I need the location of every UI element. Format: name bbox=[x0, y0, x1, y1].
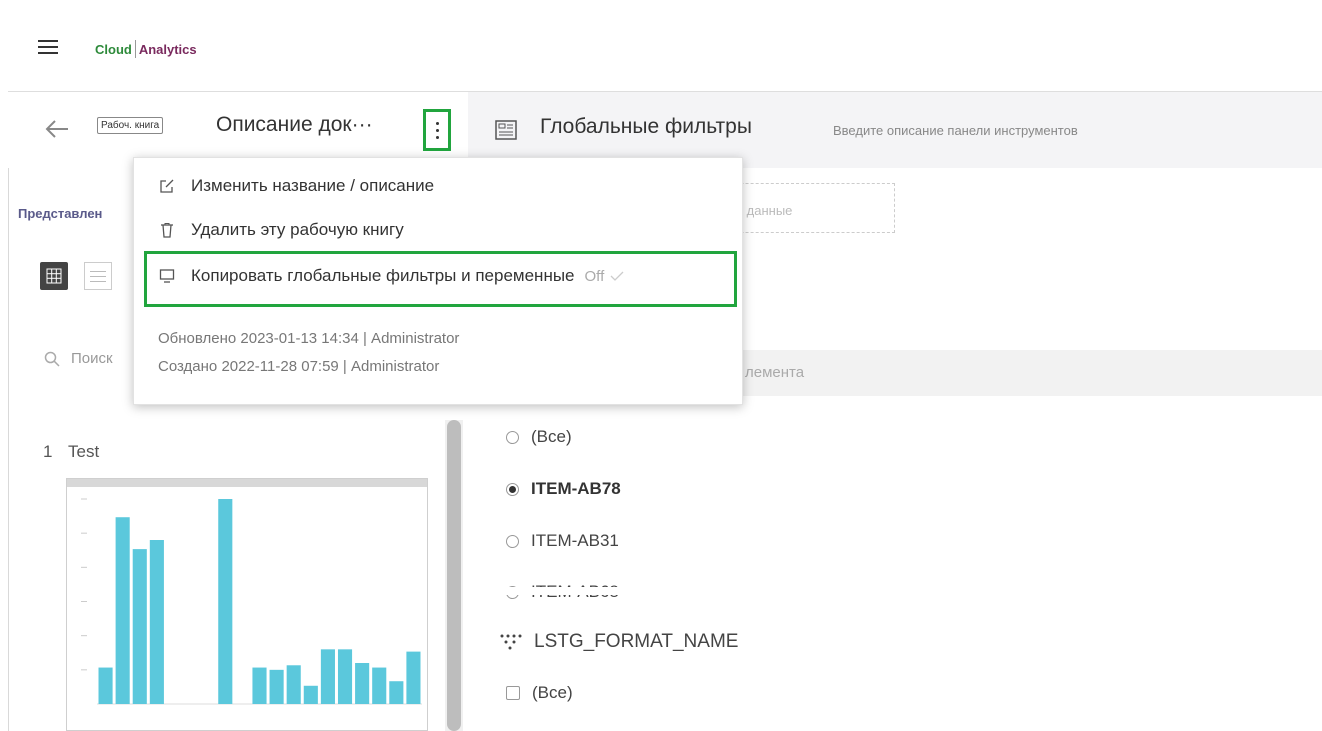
list-clip-edge bbox=[498, 587, 698, 595]
radio-button[interactable] bbox=[506, 534, 519, 548]
grid-icon bbox=[46, 268, 62, 284]
field-option-all[interactable]: (Все) bbox=[506, 683, 573, 703]
thumbnail-bar bbox=[372, 667, 387, 704]
sheet-number: 1 bbox=[43, 442, 53, 461]
logo-separator bbox=[134, 40, 136, 58]
thumbnail-bar bbox=[337, 649, 353, 704]
thumbnail-bar bbox=[406, 651, 421, 704]
thumbnail-bar bbox=[269, 669, 284, 704]
menu-item-rename[interactable]: Изменить название / описание bbox=[159, 176, 434, 196]
thumbnail-bar bbox=[389, 681, 404, 704]
checkbox[interactable] bbox=[506, 686, 520, 700]
filter-option-item-ab78[interactable]: ITEM-AB78 bbox=[506, 479, 621, 499]
thumbnail-bar bbox=[320, 649, 335, 704]
thumbnail-bar bbox=[218, 499, 233, 704]
logo-text-cloud: Cloud bbox=[95, 41, 132, 57]
thumbnail-bar bbox=[355, 663, 370, 704]
workbook-type-chip: Рабоч. книга bbox=[97, 117, 164, 134]
thumbnail-chart bbox=[81, 498, 422, 705]
filter-option-all[interactable]: (Все) bbox=[506, 427, 572, 447]
menu-item-delete[interactable]: Удалить эту рабочую книгу bbox=[159, 220, 404, 240]
top-bar bbox=[8, 10, 1322, 92]
menu-item-label: Удалить эту рабочую книгу bbox=[191, 220, 404, 239]
option-label: ITEM-AB78 bbox=[531, 479, 621, 498]
edit-icon bbox=[160, 179, 174, 193]
hamburger-menu-icon[interactable] bbox=[38, 40, 58, 55]
workbook-title[interactable]: Описание док··· bbox=[216, 113, 373, 137]
option-label: (Все) bbox=[531, 427, 572, 446]
option-label: (Все) bbox=[532, 683, 573, 702]
dimension-field-icon bbox=[500, 634, 522, 650]
back-arrow-icon[interactable] bbox=[44, 118, 70, 140]
sidebar-scrollbar[interactable] bbox=[447, 420, 461, 731]
logo-text-analytics: Analytics bbox=[138, 41, 197, 57]
filter-search-hint: лемента bbox=[745, 364, 805, 381]
app-logo[interactable]: Cloud Analytics bbox=[95, 40, 197, 58]
more-options-icon[interactable] bbox=[423, 109, 451, 151]
menu-item-label: Изменить название / описание bbox=[191, 176, 435, 195]
search-icon bbox=[44, 351, 60, 372]
search-input[interactable]: Поиск bbox=[71, 350, 113, 367]
panel-title[interactable]: Глобальные фильтры bbox=[540, 115, 752, 139]
menu-item-highlight bbox=[144, 251, 737, 307]
radio-button[interactable] bbox=[506, 430, 519, 444]
thumbnail-bar bbox=[115, 517, 130, 704]
trash-icon bbox=[161, 223, 173, 238]
thumbnail-bar bbox=[98, 667, 113, 704]
thumbnail-bar bbox=[132, 549, 147, 704]
sheet-name[interactable]: Test bbox=[68, 442, 99, 462]
radio-button-selected[interactable] bbox=[506, 482, 519, 496]
panel-description-input[interactable]: Введите описание панели инструментов bbox=[833, 123, 1078, 138]
field-filter-title: LSTG_FORMAT_NAME bbox=[500, 631, 738, 653]
list-view-button[interactable] bbox=[84, 262, 112, 290]
dashboard-panel-icon bbox=[495, 120, 517, 140]
option-label: ITEM-AB31 bbox=[531, 531, 619, 550]
field-name: LSTG_FORMAT_NAME bbox=[534, 631, 739, 652]
grid-view-button[interactable] bbox=[40, 262, 68, 290]
thumbnail-bar bbox=[252, 667, 267, 704]
views-label: Представлен bbox=[18, 206, 103, 221]
thumbnail-bar bbox=[149, 540, 164, 704]
thumbnail-bar bbox=[303, 685, 318, 704]
updated-info: Обновлено 2023-01-13 14:34 | Administrat… bbox=[158, 330, 460, 347]
thumbnail-bar bbox=[286, 665, 301, 704]
sheet-thumbnail[interactable] bbox=[66, 478, 428, 731]
created-info: Создано 2022-11-28 07:59 | Administrator bbox=[158, 358, 440, 375]
filter-option-item-ab31[interactable]: ITEM-AB31 bbox=[506, 531, 619, 551]
